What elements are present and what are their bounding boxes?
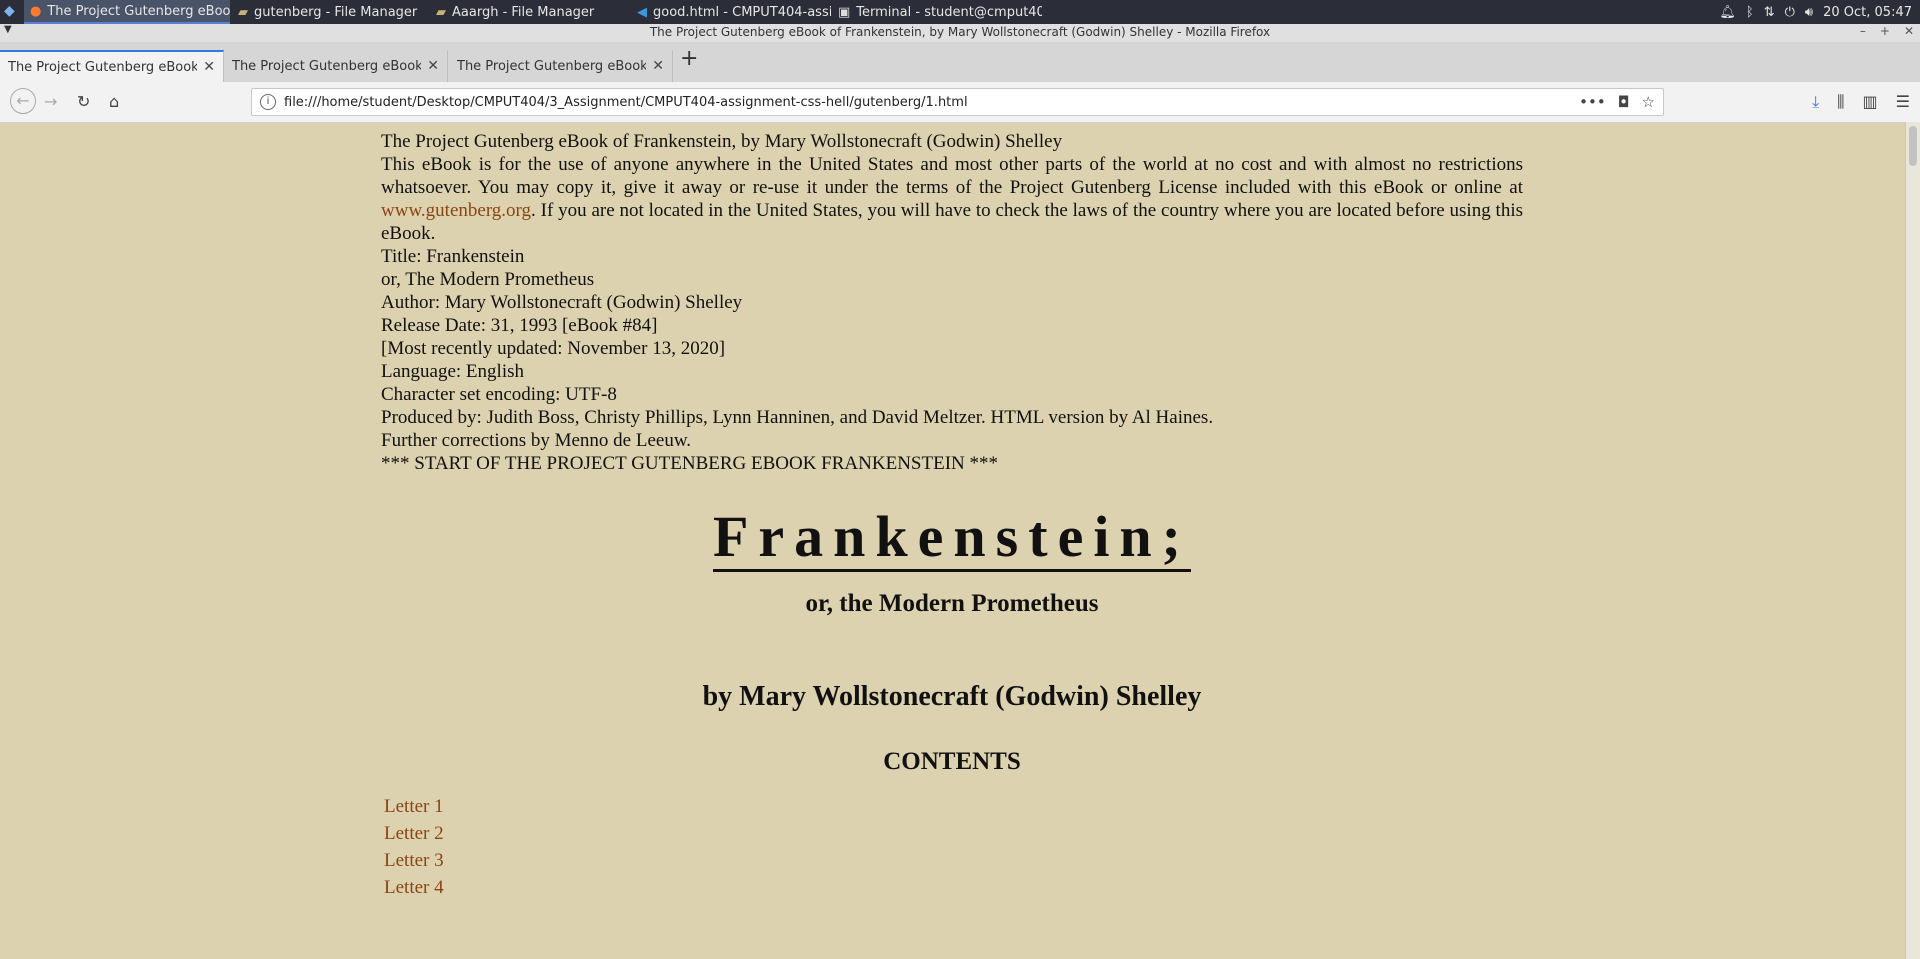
url-text[interactable]: file:///home/student/Desktop/CMPUT404/3_… xyxy=(284,95,968,110)
taskbar: ◆ ● The Project Gutenberg eBoo... ▰ gute… xyxy=(0,0,1920,24)
home-icon[interactable]: ⌂ xyxy=(109,92,119,111)
pocket-icon[interactable]: ◘ xyxy=(1618,93,1630,111)
vertical-scrollbar[interactable] xyxy=(1905,122,1920,959)
hamburger-menu-icon[interactable]: ☰ xyxy=(1896,92,1910,112)
meta-title: Title: Frankenstein xyxy=(381,246,525,267)
library-icon[interactable]: ⫼ xyxy=(1837,92,1844,112)
menu-icon[interactable]: ◆ xyxy=(4,3,15,19)
taskbar-item-firefox[interactable]: ● The Project Gutenberg eBoo... xyxy=(24,0,230,24)
sidebar-icon[interactable]: ▥ xyxy=(1863,92,1878,112)
terminal-icon: ▣ xyxy=(838,4,851,20)
start-marker: *** START OF THE PROJECT GUTENBERG EBOOK… xyxy=(381,453,998,474)
tab-3[interactable]: The Project Gutenberg eBook of T ✕ xyxy=(449,50,673,82)
taskbar-item-file-manager-gutenberg[interactable]: ▰ gutenberg - File Manager xyxy=(232,0,432,24)
url-bar[interactable]: i file:///home/student/Desktop/CMPUT404/… xyxy=(251,88,1664,116)
meta-release: Release Date: 31, 1993 [eBook #84] xyxy=(381,315,658,336)
close-tab-icon[interactable]: ✕ xyxy=(203,59,215,75)
minimize-icon[interactable]: – xyxy=(1860,24,1866,38)
book-subtitle: or, the Modern Prometheus xyxy=(805,590,1099,617)
maximize-icon[interactable]: + xyxy=(1880,24,1890,38)
table-of-contents: Letter 1 Letter 2 Letter 3 Letter 4 xyxy=(381,795,1523,903)
meta-produced: Produced by: Judith Boss, Christy Philli… xyxy=(381,407,1214,428)
network-icon[interactable]: ⇅ xyxy=(1764,5,1775,20)
toc-link-letter-2[interactable]: Letter 2 xyxy=(384,823,444,844)
meta-updated: [Most recently updated: November 13, 202… xyxy=(381,338,726,359)
meta-subtitle: or, The Modern Prometheus xyxy=(381,269,595,290)
reload-icon[interactable]: ↻ xyxy=(77,92,90,111)
taskbar-item-file-manager-aaargh[interactable]: ▰ Aaargh - File Manager xyxy=(430,0,630,24)
tab-2[interactable]: The Project Gutenberg eBook of F ✕ xyxy=(224,50,448,82)
close-window-icon[interactable]: ✕ xyxy=(1904,24,1914,38)
meta-author: Author: Mary Wollstonecraft (Godwin) She… xyxy=(381,292,743,313)
tab-1[interactable]: The Project Gutenberg eBook of F ✕ xyxy=(0,50,224,82)
meta-charset: Character set encoding: UTF-8 xyxy=(381,384,617,405)
meta-language: Language: English xyxy=(381,361,524,382)
volume-icon[interactable]: 🔊︎ xyxy=(1805,5,1813,20)
doc-header-line: The Project Gutenberg eBook of Frankenst… xyxy=(381,131,1063,152)
notification-icon[interactable]: 🔔︎ xyxy=(1719,5,1736,20)
contents-heading: CONTENTS xyxy=(883,748,1021,775)
window-title: The Project Gutenberg eBook of Frankenst… xyxy=(649,25,1271,39)
toc-link-letter-1[interactable]: Letter 1 xyxy=(384,796,444,817)
folder-icon: ▰ xyxy=(238,4,248,20)
gutenberg-link[interactable]: www.gutenberg.org xyxy=(381,200,531,221)
folder-icon: ▰ xyxy=(436,4,446,20)
vscode-icon: ◀ xyxy=(637,4,647,20)
bookmark-star-icon[interactable]: ☆ xyxy=(1642,93,1655,111)
clock[interactable]: 20 Oct, 05:47 xyxy=(1823,5,1912,20)
page-content: The Project Gutenberg eBook of Frankenst… xyxy=(0,122,1906,959)
info-icon[interactable]: i xyxy=(260,94,276,110)
power-icon[interactable]: ⏻ xyxy=(1785,5,1795,20)
tab-bar: The Project Gutenberg eBook of F ✕ The P… xyxy=(0,42,1920,83)
downloads-icon[interactable]: ⤓ xyxy=(1812,92,1819,112)
license-paragraph: This eBook is for the use of anyone anyw… xyxy=(381,154,1523,244)
toc-link-letter-4[interactable]: Letter 4 xyxy=(384,877,444,898)
firefox-icon: ● xyxy=(30,3,42,19)
close-tab-icon[interactable]: ✕ xyxy=(427,58,439,74)
back-icon[interactable]: ← xyxy=(10,88,36,114)
forward-icon[interactable]: → xyxy=(44,92,57,111)
taskbar-item-terminal[interactable]: ▣ Terminal - student@cmput40... xyxy=(832,0,1042,24)
close-tab-icon[interactable]: ✕ xyxy=(652,58,664,74)
toc-link-letter-3[interactable]: Letter 3 xyxy=(384,850,444,871)
meta-corrections: Further corrections by Menno de Leeuw. xyxy=(381,430,692,451)
book-author: by Mary Wollstonecraft (Godwin) Shelley xyxy=(702,681,1202,712)
new-tab-icon[interactable]: + xyxy=(680,46,698,71)
bluetooth-icon[interactable]: ᛒ xyxy=(1746,5,1754,20)
book-title: Frankenstein; xyxy=(381,504,1523,572)
nav-bar: ← → ↻ ⌂ i file:///home/student/Desktop/C… xyxy=(0,82,1920,123)
page-actions-icon[interactable]: ••• xyxy=(1579,93,1606,111)
scrollbar-thumb[interactable] xyxy=(1909,126,1917,166)
taskbar-item-vscode[interactable]: ◀ good.html - CMPUT404-assi... xyxy=(631,0,831,24)
window-titlebar: ▼ The Project Gutenberg eBook of Franken… xyxy=(0,24,1920,42)
